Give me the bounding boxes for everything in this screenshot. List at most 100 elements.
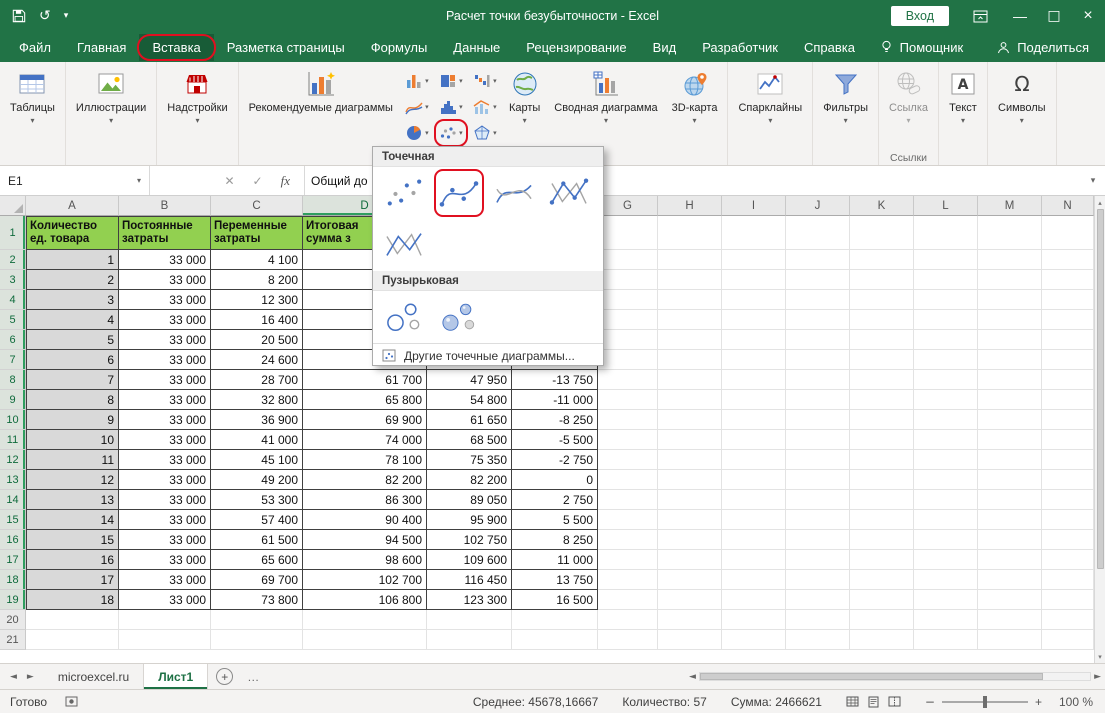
cell[interactable]: 17	[26, 570, 119, 590]
cell[interactable]	[978, 216, 1042, 250]
tab-home[interactable]: Главная	[64, 34, 139, 61]
row-header-19[interactable]: 19	[0, 590, 26, 610]
cell[interactable]	[914, 350, 978, 370]
vertical-scrollbar[interactable]: ▴ ▾	[1094, 196, 1105, 663]
cell[interactable]: 106 800	[303, 590, 427, 610]
cell[interactable]	[211, 610, 303, 630]
cell[interactable]: 98 600	[303, 550, 427, 570]
cell[interactable]	[119, 610, 211, 630]
pivot-chart-button[interactable]: Сводная диаграмма▾	[547, 64, 664, 148]
cell[interactable]	[786, 270, 850, 290]
cell[interactable]	[914, 250, 978, 270]
cell[interactable]	[1042, 450, 1094, 470]
cell[interactable]: 53 300	[211, 490, 303, 510]
header-cell[interactable]: Количество ед. товара	[26, 216, 119, 250]
tab-help[interactable]: Справка	[791, 34, 868, 61]
cell[interactable]	[850, 530, 914, 550]
cell[interactable]	[722, 270, 786, 290]
cell[interactable]: 7	[26, 370, 119, 390]
cell[interactable]	[722, 370, 786, 390]
cell[interactable]	[658, 490, 722, 510]
cell[interactable]	[850, 550, 914, 570]
cell[interactable]	[722, 590, 786, 610]
cell[interactable]: 33 000	[119, 310, 211, 330]
cell[interactable]: 24 600	[211, 350, 303, 370]
zoom-slider[interactable]	[942, 701, 1028, 703]
cell[interactable]	[1042, 430, 1094, 450]
cell[interactable]	[598, 250, 658, 270]
cell[interactable]	[786, 390, 850, 410]
new-sheet-button[interactable]: +	[216, 668, 233, 685]
cell[interactable]: 16 400	[211, 310, 303, 330]
row-header-17[interactable]: 17	[0, 550, 26, 570]
cell[interactable]: 65 800	[303, 390, 427, 410]
cell[interactable]: 11	[26, 450, 119, 470]
cell[interactable]	[786, 530, 850, 550]
maximize-button[interactable]: □	[1037, 0, 1071, 32]
cell[interactable]	[914, 390, 978, 410]
cell[interactable]	[786, 590, 850, 610]
macro-record-icon[interactable]	[65, 696, 78, 707]
cell[interactable]	[914, 490, 978, 510]
cell[interactable]: 102 750	[427, 530, 512, 550]
tab-data[interactable]: Данные	[440, 34, 513, 61]
cell[interactable]	[850, 470, 914, 490]
cell[interactable]	[978, 530, 1042, 550]
cell[interactable]: 14	[26, 510, 119, 530]
cell[interactable]	[658, 216, 722, 250]
cell[interactable]	[722, 390, 786, 410]
sign-in-button[interactable]: Вход	[891, 6, 949, 26]
cell[interactable]: 33 000	[119, 390, 211, 410]
insert-function-icon[interactable]: fx	[281, 173, 290, 189]
cell[interactable]	[658, 370, 722, 390]
cell[interactable]	[722, 350, 786, 370]
cell[interactable]	[598, 470, 658, 490]
cell[interactable]	[722, 570, 786, 590]
cell[interactable]: 45 100	[211, 450, 303, 470]
row-header-5[interactable]: 5	[0, 310, 26, 330]
cell[interactable]	[786, 330, 850, 350]
text-button[interactable]: А Текст▾	[942, 64, 984, 148]
link-button[interactable]: Ссылка▾	[882, 64, 935, 148]
cell[interactable]	[786, 350, 850, 370]
cell[interactable]: 33 000	[119, 490, 211, 510]
minimize-button[interactable]: —	[1003, 0, 1037, 32]
cell[interactable]: 6	[26, 350, 119, 370]
cell[interactable]	[850, 570, 914, 590]
cell[interactable]	[914, 450, 978, 470]
cell[interactable]	[512, 630, 598, 650]
cell[interactable]	[850, 370, 914, 390]
tab-overflow-dots[interactable]: …	[247, 670, 259, 684]
cell[interactable]	[1042, 550, 1094, 570]
cell[interactable]	[914, 270, 978, 290]
tables-button[interactable]: Таблицы▾	[3, 64, 62, 148]
cell[interactable]	[914, 470, 978, 490]
cell[interactable]	[786, 250, 850, 270]
cell[interactable]	[1042, 470, 1094, 490]
cell[interactable]	[598, 590, 658, 610]
menu-item-scatter[interactable]	[380, 170, 428, 216]
row-header-10[interactable]: 10	[0, 410, 26, 430]
cell[interactable]	[722, 290, 786, 310]
cell[interactable]	[658, 350, 722, 370]
cell[interactable]	[978, 310, 1042, 330]
vertical-scroll-thumb[interactable]	[1097, 209, 1104, 569]
cell[interactable]	[914, 216, 978, 250]
cell[interactable]: 18	[26, 590, 119, 610]
cell[interactable]	[914, 330, 978, 350]
cell[interactable]	[722, 630, 786, 650]
cell[interactable]: 33 000	[119, 450, 211, 470]
cell[interactable]: 78 100	[303, 450, 427, 470]
cell[interactable]	[658, 470, 722, 490]
cell[interactable]	[722, 250, 786, 270]
cell[interactable]: 33 000	[119, 430, 211, 450]
sparklines-button[interactable]: Спарклайны▾	[731, 64, 809, 148]
cell[interactable]	[1042, 570, 1094, 590]
cell[interactable]: 28 700	[211, 370, 303, 390]
cell[interactable]	[850, 310, 914, 330]
undo-icon[interactable]: ↺	[39, 9, 51, 23]
formula-bar-expand-icon[interactable]: ▾	[1081, 166, 1105, 195]
cell[interactable]	[1042, 370, 1094, 390]
cell[interactable]	[850, 410, 914, 430]
menu-item-bubble-3d[interactable]	[435, 294, 483, 340]
